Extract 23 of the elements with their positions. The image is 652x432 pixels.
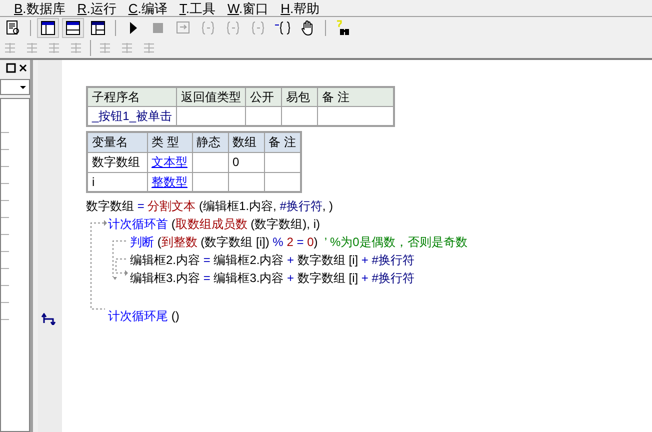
code-line: 编辑框2.内容 = 编辑框2.内容 + 数字数组 [i] + #换行符 [129, 252, 416, 269]
menu-item[interactable]: H.帮助 [280, 2, 320, 14]
column-header: 变量名 [87, 132, 147, 152]
column-header: 易包 [282, 87, 318, 106]
menu-item[interactable]: T.工具 [179, 2, 216, 14]
column-header: 子程序名 [87, 87, 177, 106]
code-line: 编辑框3.内容 = 编辑框3.内容 + 数字数组 [i] + #换行符 [129, 270, 416, 287]
table-cell: 文本型 [147, 152, 192, 172]
menu-item[interactable]: W.窗口 [227, 2, 269, 14]
code-line: 判断 (到整数 (数字数组 [i]) % 2 = 0) ’ %为0是偶数，否则是奇数 [129, 234, 468, 251]
table-cell: 0 [228, 152, 264, 172]
column-header: 公开 [246, 87, 282, 106]
menu-item[interactable]: B.数据库 [14, 2, 66, 14]
code-line: 计次循环首 (取数组成员数 (数字数组), i) [107, 216, 321, 233]
table-cell: 数字数组 [87, 152, 147, 172]
column-header: 静态 [192, 132, 228, 152]
column-header: 返回值类型 [176, 87, 246, 106]
code-line: 数字数组 = 分割文本 (编辑框1.内容, #换行符, ) [86, 198, 334, 215]
code-line: 计次循环尾 () [107, 308, 180, 325]
menu-item[interactable]: C.编译 [128, 2, 168, 14]
menu-item[interactable]: R.运行 [77, 2, 116, 14]
column-header: 数组 [228, 132, 264, 152]
column-header: 类 型 [147, 132, 192, 152]
